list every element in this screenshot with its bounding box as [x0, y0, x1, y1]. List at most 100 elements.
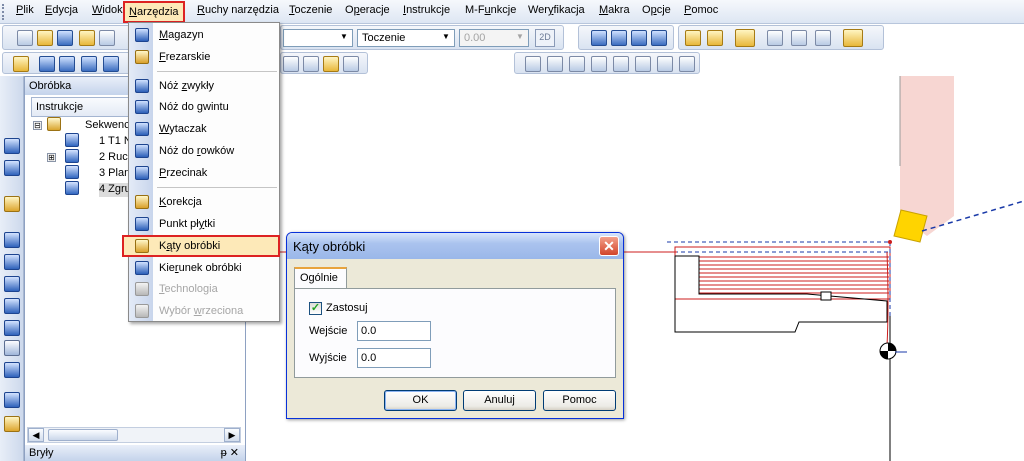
op-thread-icon[interactable] [613, 56, 629, 72]
rotate-view-icon[interactable] [685, 30, 701, 46]
cycle-c-icon[interactable] [323, 56, 339, 72]
tree-expander[interactable]: ⊞ [47, 153, 56, 162]
menu-item-noz-do-gwintu[interactable]: Nóż do gwintu [129, 97, 279, 117]
menu-opcje[interactable]: Opcje [642, 4, 671, 16]
tree-expander[interactable]: ⊟ [33, 121, 42, 130]
menu-grip[interactable] [2, 4, 6, 20]
linear-move-icon[interactable] [59, 56, 75, 72]
tree-item-3[interactable]: 3 Plan [99, 167, 130, 181]
cancel-button[interactable]: Anuluj [463, 390, 536, 411]
fly-icon[interactable] [791, 30, 807, 46]
narzedzia-dropdown: Magazyn Frezarskie Nóż zwykły Nóż do gwi… [122, 22, 280, 322]
print-icon[interactable] [79, 30, 95, 46]
scroll-right-icon[interactable]: ▶ [224, 428, 240, 442]
cycle-a-icon[interactable] [283, 56, 299, 72]
open-folder-icon[interactable] [37, 30, 53, 46]
ok-button[interactable]: OK [384, 390, 457, 411]
lt-cycle-6-icon[interactable] [4, 362, 20, 378]
menu-edycja[interactable]: Edycja [45, 4, 78, 16]
op-rough-icon[interactable] [547, 56, 563, 72]
op-face-icon[interactable] [525, 56, 541, 72]
menu-toczenie[interactable]: Toczenie [289, 4, 332, 16]
menu-makra[interactable]: Makra [599, 4, 630, 16]
lt-cycle-1-icon[interactable] [4, 232, 20, 248]
scroll-left-icon[interactable]: ◀ [28, 428, 44, 442]
menu-m-funkcje[interactable]: M-Funkcje [465, 4, 516, 16]
scroll-thumb[interactable] [48, 429, 118, 441]
menu-item-noz-do-rowkow[interactable]: Nóż do rowków [129, 141, 279, 161]
menu-plik[interactable]: Plik [16, 4, 34, 16]
op-bore-icon[interactable] [657, 56, 673, 72]
tab-ogolnie[interactable]: Ogólnie [294, 267, 347, 289]
home-move-icon[interactable] [103, 56, 119, 72]
apply-checkbox[interactable]: ✓ [309, 302, 322, 315]
panel-controls[interactable]: ᵽ ✕ [221, 446, 239, 459]
magazine-icon [135, 28, 149, 42]
lt-cycle-8-icon[interactable] [4, 416, 20, 432]
menu-widok[interactable]: Widok [92, 4, 123, 16]
lt-cycle-5-icon[interactable] [4, 320, 20, 336]
op-cutoff-icon[interactable] [679, 56, 695, 72]
bryly-panel-title: Bryły ᵽ ✕ [25, 445, 245, 461]
tool-change-icon[interactable] [13, 56, 29, 72]
menu-operacje[interactable]: Operacje [345, 4, 390, 16]
insert-point-icon [135, 217, 149, 231]
menu-item-magazyn[interactable]: Magazyn [129, 25, 279, 45]
menu-item-noz-zwykly[interactable]: Nóż zwykły [129, 76, 279, 96]
lt-cycle-3-icon[interactable] [4, 276, 20, 292]
correction-icon [135, 195, 149, 209]
menu-ruchy-narzedzia[interactable]: Ruchy narzędzia [197, 4, 279, 16]
close-icon[interactable]: ✕ [599, 236, 619, 256]
menu-item-katy-obrobki[interactable]: Kąty obróbki [122, 235, 280, 257]
apply-label[interactable]: Zastosuj [326, 302, 368, 314]
lt-cycle-7-icon[interactable] [4, 392, 20, 408]
menu-item-wytaczak[interactable]: Wytaczak [129, 119, 279, 139]
motion-node-icon [65, 149, 79, 163]
help-button[interactable]: Pomoc [543, 390, 616, 411]
menu-item-punkt-plytki[interactable]: Punkt płytki [129, 214, 279, 234]
snap-user-icon[interactable] [651, 30, 667, 46]
save-icon[interactable] [57, 30, 73, 46]
lt-cycle-2-icon[interactable] [4, 254, 20, 270]
arc-move-icon[interactable] [81, 56, 97, 72]
menu-instrukcje[interactable]: Instrukcje [403, 4, 450, 16]
hide-icon[interactable] [767, 30, 783, 46]
lt-mill-tool-icon[interactable] [4, 196, 20, 212]
cycle-d-icon[interactable] [343, 56, 359, 72]
lt-turning-tool-icon[interactable] [4, 160, 20, 176]
pan-view-icon[interactable] [707, 30, 723, 46]
roughing-node-icon [65, 181, 79, 195]
dialog-title-bar[interactable]: Kąty obróbki ✕ [287, 233, 623, 259]
snap-point-icon[interactable] [611, 30, 627, 46]
cut-icon[interactable] [99, 30, 115, 46]
new-file-icon[interactable] [17, 30, 33, 46]
shaded-view-icon[interactable] [735, 29, 755, 47]
snap-add-icon[interactable] [631, 30, 647, 46]
tree-item-1[interactable]: 1 T1 N [99, 135, 132, 149]
lt-magazine-icon[interactable] [4, 138, 20, 154]
lt-thread-icon[interactable] [4, 340, 20, 356]
menu-narzedzia[interactable]: Narzędzia [123, 1, 185, 23]
op-drill-icon[interactable] [635, 56, 651, 72]
tool-holder [900, 76, 954, 171]
blank-combo[interactable]: ▼ [283, 29, 353, 47]
entry-field[interactable]: 0.0 [357, 321, 431, 341]
exit-field[interactable]: 0.0 [357, 348, 431, 368]
menu-weryfikacja[interactable]: Weryfikacja [528, 4, 585, 16]
menu-item-kierunek-obrobki[interactable]: Kierunek obróbki [129, 258, 279, 278]
view-2d-button[interactable]: 2D [535, 29, 555, 47]
lt-cycle-4-icon[interactable] [4, 298, 20, 314]
menu-pomoc[interactable]: Pomoc [684, 4, 718, 16]
rapid-move-icon[interactable] [39, 56, 55, 72]
mode-combo[interactable]: Toczenie ▼ [357, 29, 455, 47]
snap-grid-icon[interactable] [591, 30, 607, 46]
workpiece-view-icon[interactable] [843, 29, 863, 47]
menu-item-przecinak[interactable]: Przecinak [129, 163, 279, 183]
menu-item-korekcja[interactable]: Korekcja [129, 192, 279, 212]
horizontal-scrollbar[interactable]: ◀ ▶ [27, 427, 241, 443]
menu-item-frezarskie[interactable]: Frezarskie [129, 47, 279, 67]
op-finish-icon[interactable] [569, 56, 585, 72]
axis-icon[interactable] [815, 30, 831, 46]
cycle-b-icon[interactable] [303, 56, 319, 72]
op-groove-icon[interactable] [591, 56, 607, 72]
